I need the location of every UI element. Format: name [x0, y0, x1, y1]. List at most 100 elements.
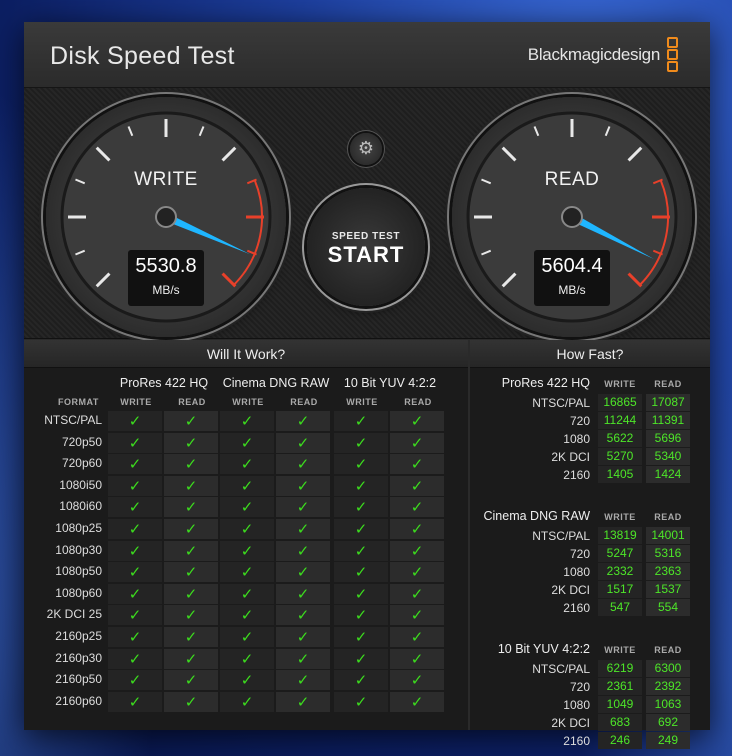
check-icon: ✓	[334, 411, 388, 431]
check-icon: ✓	[276, 583, 330, 604]
check-icon: ✓	[108, 497, 162, 518]
check-icon: ✓	[390, 627, 444, 647]
codec-header: 10 Bit YUV 4:2:2	[343, 376, 437, 390]
table-row: NTSC/PAL ✓ ✓ ✓ ✓ ✓ ✓	[24, 410, 468, 432]
read-speed-unit: MB/s	[558, 283, 586, 297]
check-icon: ✓	[164, 540, 218, 561]
format-label: NTSC/PAL	[44, 413, 102, 427]
check-icon: ✓	[108, 562, 162, 583]
disk-speed-test-window: Disk Speed Test Blackmagicdesign WRITE 5…	[24, 22, 710, 749]
check-icon: ✓	[220, 519, 274, 539]
check-icon: ✓	[164, 562, 218, 583]
check-icon: ✓	[334, 454, 388, 475]
results-area: Will It Work? FORMAT ProRes 422 HQ WRITE R…	[24, 340, 710, 749]
write-column-header: WRITE	[604, 645, 636, 655]
write-fps-value: 5622	[598, 430, 642, 447]
write-fps-value: 5247	[598, 545, 642, 562]
check-icon: ✓	[108, 540, 162, 561]
check-icon: ✓	[276, 411, 330, 431]
check-icon: ✓	[390, 411, 444, 431]
app-title: Disk Speed Test	[50, 42, 235, 70]
read-fps-value: 1063	[646, 696, 690, 713]
check-icon: ✓	[220, 432, 274, 453]
codec-group-title: 10 Bit YUV 4:2:2	[497, 642, 590, 656]
how-fast-panel: How Fast? ProRes 422 HQ WRITE READ NTSC/PAL…	[470, 340, 710, 749]
needle-hub	[155, 206, 177, 228]
table-row: 720 5247 5316	[470, 545, 710, 563]
read-gauge: READ 5604.4 MB/s	[452, 97, 692, 337]
write-gauge: WRITE 5530.8 MB/s	[46, 97, 286, 337]
check-icon: ✓	[334, 627, 388, 647]
check-icon: ✓	[276, 670, 330, 691]
table-row: 2K DCI 5270 5340	[470, 448, 710, 466]
check-icon: ✓	[108, 691, 162, 712]
format-label: 2160p25	[55, 629, 102, 643]
check-icon: ✓	[164, 411, 218, 431]
read-column-header: READ	[290, 397, 318, 407]
gear-icon: ⚙	[357, 138, 375, 159]
check-icon: ✓	[164, 627, 218, 647]
write-fps-value: 1517	[598, 581, 642, 598]
check-icon: ✓	[220, 475, 274, 496]
check-icon: ✓	[276, 519, 330, 539]
check-icon: ✓	[390, 583, 444, 604]
write-speed-value: 5530.8	[135, 255, 197, 277]
read-fps-value: 2363	[646, 563, 690, 580]
check-icon: ✓	[164, 519, 218, 539]
read-readout: 5604.4 MB/s	[534, 250, 610, 306]
check-icon: ✓	[220, 562, 274, 583]
check-icon: ✓	[334, 670, 388, 691]
resolution-label: 2160	[563, 601, 590, 615]
check-icon: ✓	[220, 691, 274, 712]
check-icon: ✓	[108, 648, 162, 669]
check-icon: ✓	[108, 605, 162, 626]
check-icon: ✓	[390, 691, 444, 712]
check-icon: ✓	[164, 670, 218, 691]
read-column-header: READ	[654, 379, 682, 389]
codec-header: ProRes 422 HQ	[119, 376, 209, 390]
resolution-label: 2K DCI	[551, 450, 590, 464]
format-label: 1080p60	[55, 585, 102, 600]
resolution-label: 2160	[563, 468, 590, 482]
check-icon: ✓	[220, 454, 274, 475]
read-column-header: READ	[654, 512, 682, 522]
write-fps-value: 6219	[598, 660, 642, 677]
write-fps-value: 683	[598, 714, 642, 731]
read-fps-value: 2392	[646, 678, 690, 695]
table-row: 1080 5622 5696	[470, 430, 710, 448]
codec-group-title: Cinema DNG RAW	[483, 509, 591, 523]
read-fps-value: 6300	[646, 660, 690, 677]
check-icon: ✓	[390, 497, 444, 518]
start-button-label: START	[327, 242, 405, 267]
needle-hub	[561, 206, 583, 228]
write-speed-unit: MB/s	[152, 283, 180, 297]
check-icon: ✓	[276, 497, 330, 518]
format-header: FORMAT	[58, 397, 99, 407]
table-row: 1080i50 ✓ ✓ ✓ ✓ ✓ ✓	[24, 475, 468, 497]
table-row: 1080p60 ✓ ✓ ✓ ✓ ✓ ✓	[24, 583, 468, 605]
check-icon: ✓	[220, 605, 274, 626]
check-icon: ✓	[108, 454, 162, 475]
check-icon: ✓	[334, 432, 388, 453]
check-icon: ✓	[334, 475, 388, 496]
will-it-work-panel: Will It Work? FORMAT ProRes 422 HQ WRITE R…	[24, 340, 468, 730]
resolution-label: 720	[569, 547, 590, 561]
resolution-label: NTSC/PAL	[532, 396, 590, 410]
read-column-header: READ	[178, 397, 206, 407]
format-label: 1080p30	[55, 542, 102, 557]
write-fps-value: 1405	[598, 466, 642, 483]
check-icon: ✓	[390, 605, 444, 626]
check-icon: ✓	[108, 411, 162, 431]
how-fast-title: How Fast?	[470, 340, 710, 368]
settings-button[interactable]: ⚙	[350, 133, 382, 165]
table-row: 1080 1049 1063	[470, 696, 710, 714]
start-button[interactable]: SPEED TEST START	[307, 188, 425, 306]
check-icon: ✓	[390, 454, 444, 475]
check-icon: ✓	[220, 583, 274, 604]
check-icon: ✓	[164, 583, 218, 604]
check-icon: ✓	[220, 411, 274, 431]
check-icon: ✓	[334, 540, 388, 561]
read-fps-value: 11391	[646, 412, 690, 429]
check-icon: ✓	[276, 562, 330, 583]
resolution-label: 2160	[563, 734, 590, 748]
